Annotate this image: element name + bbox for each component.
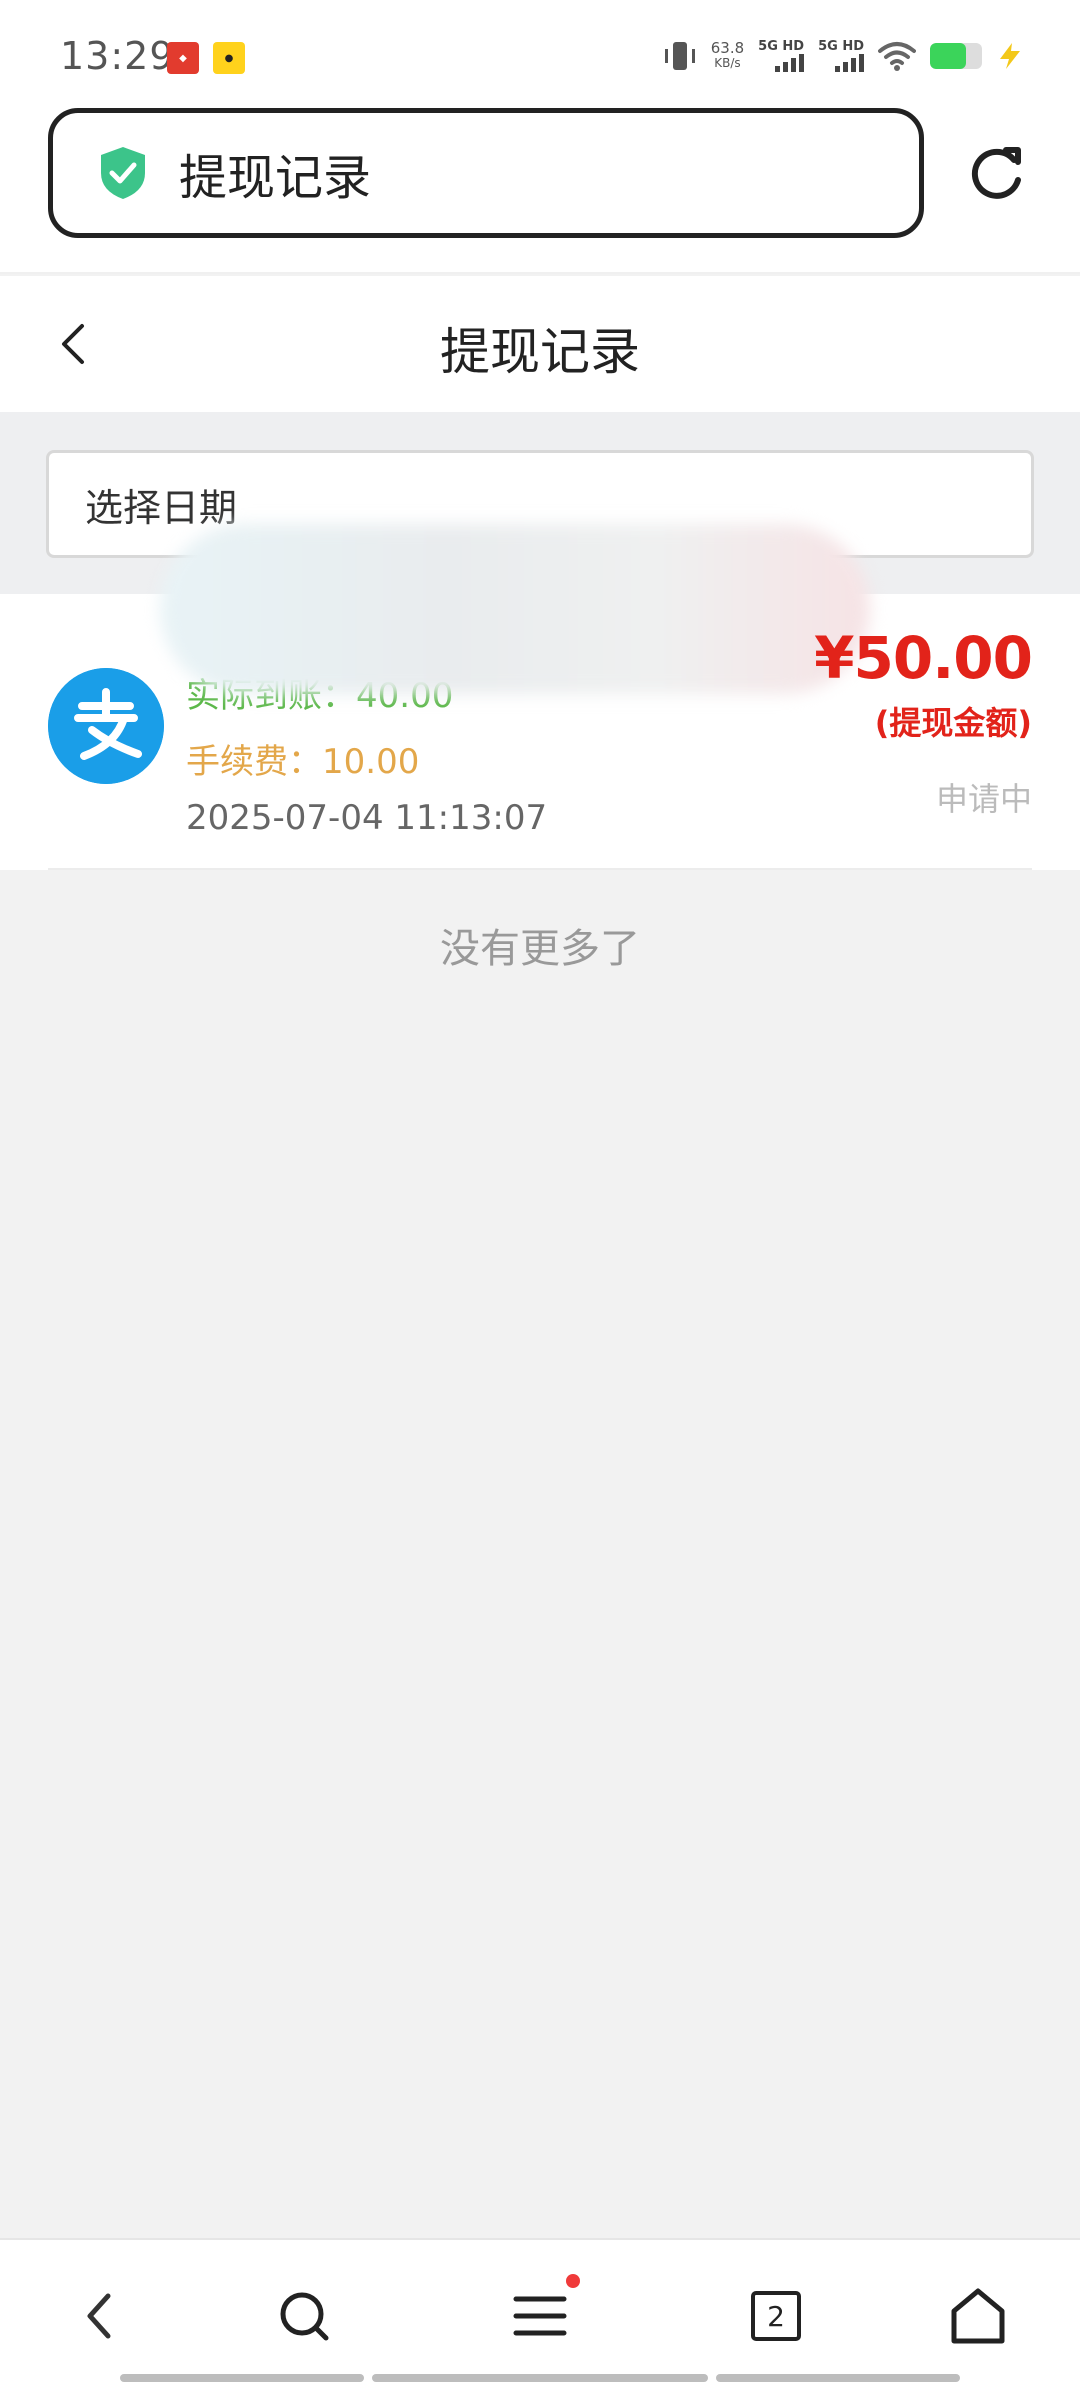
app-notification-icon: ● (213, 42, 245, 74)
gesture-bar (372, 2374, 708, 2382)
secure-shield-icon (101, 147, 145, 199)
signal-sim1-icon: 5G HD (758, 40, 805, 72)
divider (48, 868, 1032, 870)
tab-count-icon: 2 (751, 2291, 801, 2341)
address-bar-title: 提现记录 (179, 150, 372, 206)
network-speed: 63.8 KB/s (710, 39, 745, 71)
status-badge: 申请中 (935, 780, 1032, 818)
nav-back-button[interactable] (68, 2284, 132, 2348)
status-time: 13:29 (60, 34, 175, 78)
nav-home-button[interactable] (946, 2284, 1010, 2348)
menu-icon (513, 2296, 567, 2336)
address-bar[interactable]: 提现记录 (48, 108, 924, 238)
nav-search-button[interactable] (272, 2284, 336, 2348)
nav-tabs-button[interactable]: 2 (744, 2284, 808, 2348)
browser-bottom-nav: 2 (0, 2238, 1080, 2388)
alipay-icon (48, 668, 164, 784)
withdrawal-record[interactable]: 实际到账：40.00 手续费：10.00 2025-07-04 11:13:07… (0, 524, 1080, 870)
vibrate-icon (663, 39, 697, 73)
status-bar: 13:29 ◆ ● 63.8 KB/s 5G HD 5G HD (0, 0, 1080, 104)
home-icon (951, 2288, 1005, 2344)
withdraw-amount-label: (提现金额) (874, 704, 1032, 742)
blur-overlay (160, 524, 870, 694)
fee-text: 手续费：10.00 (186, 742, 420, 782)
browser-toolbar: 提现记录 (0, 104, 1080, 274)
gesture-bar (716, 2374, 960, 2382)
list-end-text: 没有更多了 (440, 926, 640, 972)
record-time: 2025-07-04 11:13:07 (186, 798, 548, 838)
app-notification-icon: ◆ (167, 42, 199, 74)
search-icon (280, 2292, 329, 2341)
battery-icon (930, 43, 982, 69)
page-title: 提现记录 (440, 323, 640, 381)
page-header: 提现记录 (0, 276, 1080, 412)
signal-sim2-icon: 5G HD (818, 40, 864, 72)
refresh-icon[interactable] (964, 142, 1028, 206)
nav-menu-button[interactable] (508, 2274, 580, 2348)
charging-icon (1000, 43, 1020, 69)
notification-dot (566, 2274, 580, 2288)
gesture-bar (120, 2374, 364, 2382)
status-indicators: 63.8 KB/s 5G HD 5G HD (663, 36, 1024, 76)
withdraw-amount: ¥50.00 (814, 624, 1033, 692)
back-icon (87, 2293, 111, 2339)
wifi-icon (878, 42, 916, 71)
